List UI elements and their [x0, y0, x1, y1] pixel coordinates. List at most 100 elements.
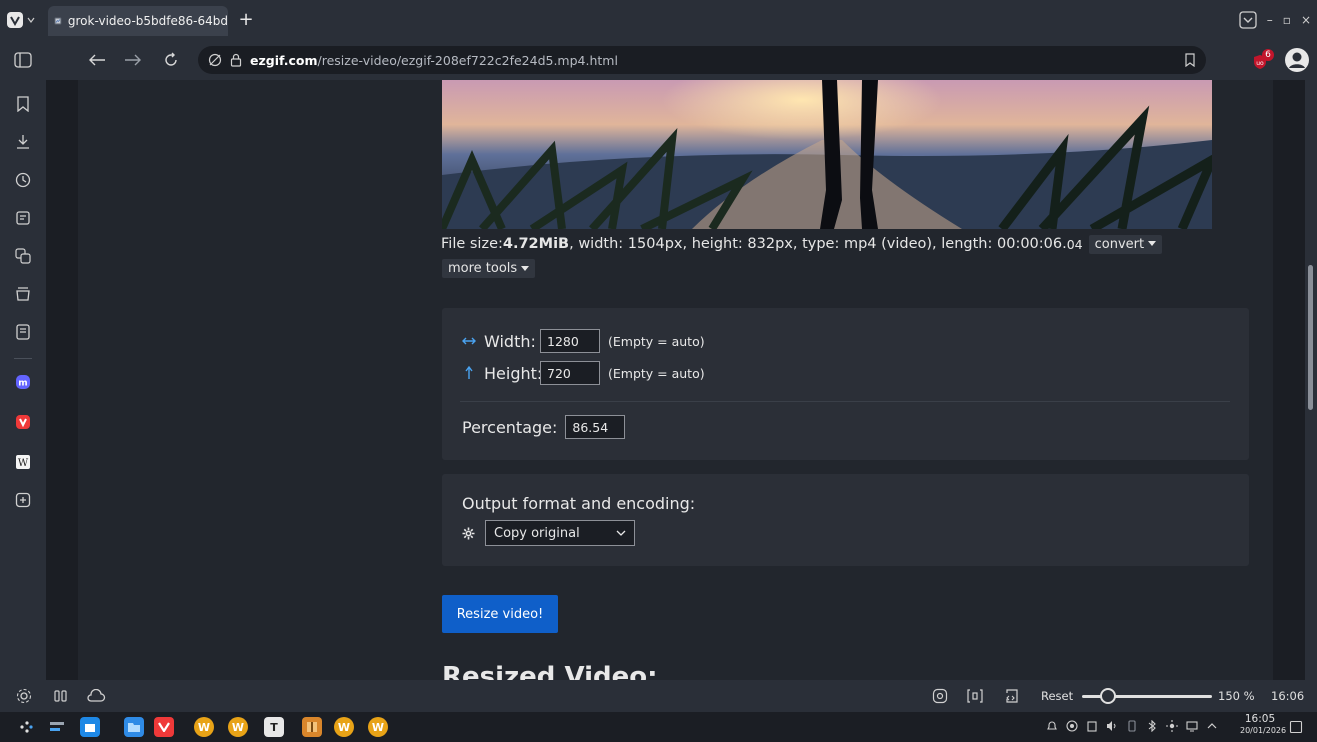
sidebar-item-vivaldi[interactable] — [13, 412, 33, 432]
new-tab-button[interactable]: + — [236, 10, 256, 30]
task-manager-icon[interactable] — [49, 719, 65, 735]
minimize-icon[interactable]: – — [1267, 13, 1273, 27]
tab-title: grok-video-b5bdfe86-64bd — [67, 14, 228, 28]
sidebar-item-notes[interactable] — [13, 208, 33, 228]
sidebar-item-wikipedia[interactable]: W — [13, 452, 33, 472]
beach-scene-image — [442, 80, 1212, 229]
lock-icon[interactable] — [230, 53, 242, 67]
more-tools-dropdown[interactable]: more tools — [442, 259, 536, 278]
tile-panels-icon[interactable] — [54, 689, 68, 703]
vivaldi-icon — [158, 722, 170, 732]
profile-avatar-icon[interactable] — [1284, 47, 1310, 73]
maximize-icon[interactable]: ▫ — [1283, 13, 1291, 27]
w-letter-icon: W — [197, 720, 211, 734]
notification-bell-icon[interactable] — [1046, 720, 1058, 732]
ublock-extension-button[interactable]: uo 6 — [1252, 49, 1276, 71]
settings-gear-icon[interactable] — [16, 688, 32, 704]
zoom-level: 150 % — [1218, 689, 1255, 703]
brightness-icon[interactable] — [1166, 720, 1178, 732]
taskbar-app-store[interactable] — [80, 717, 100, 737]
store-bag-icon — [85, 724, 95, 732]
arrow-up-icon — [465, 366, 473, 379]
show-desktop-icon[interactable] — [1289, 720, 1303, 734]
caret-down-icon — [1148, 241, 1157, 246]
sidebar-item-history[interactable] — [13, 170, 33, 190]
add-panel-icon — [15, 492, 31, 508]
file-size-value: 4.72MiB — [502, 236, 570, 252]
battery-icon[interactable] — [1126, 720, 1138, 732]
app-launcher-icon[interactable] — [18, 719, 34, 735]
chevron-down-icon — [27, 17, 35, 23]
url-field[interactable]: ezgif.com/resize-video/ezgif-208ef722c2f… — [198, 46, 1206, 74]
tracker-blocker-icon[interactable] — [208, 53, 222, 67]
wikipedia-icon: W — [16, 455, 30, 469]
height-hint: (Empty = auto) — [608, 365, 705, 381]
taskbar-text-editor[interactable]: T — [264, 717, 284, 737]
os-taskbar: W W T W W 16:05 20/01/2026 — [0, 712, 1317, 742]
bluetooth-icon[interactable] — [1146, 720, 1158, 732]
svg-text:uo: uo — [1256, 60, 1264, 67]
dimensions-panel: Width: 1280 (Empty = auto) Height: 720 (… — [442, 308, 1249, 460]
sidebar-item-downloads[interactable] — [13, 132, 33, 152]
tab-bar: grok-video-b5bdfe86-64bd + – ▫ × — [0, 0, 1317, 40]
sidebar-add-panel[interactable] — [13, 490, 33, 510]
taskbar-writer-4[interactable]: W — [368, 717, 388, 737]
reading-list-icon — [16, 287, 30, 301]
taskbar-writer-2[interactable]: W — [228, 717, 248, 737]
output-format-select[interactable]: Copy original — [485, 520, 635, 546]
sidebar-item-reading-list[interactable] — [13, 284, 33, 304]
back-icon[interactable] — [88, 53, 106, 67]
capture-icon[interactable] — [932, 688, 948, 704]
panel-toggle-icon[interactable] — [14, 52, 32, 68]
reload-icon[interactable] — [163, 52, 179, 68]
window-controls: – ▫ × — [1239, 8, 1311, 32]
output-format-label: Output format and encoding: — [462, 494, 696, 513]
zoom-reset-button[interactable]: Reset — [1041, 689, 1073, 703]
convert-dropdown[interactable]: convert — [1088, 234, 1163, 254]
taskbar-archive[interactable] — [302, 717, 322, 737]
taskbar-writer-1[interactable]: W — [194, 717, 214, 737]
scrollbar-thumb[interactable] — [1308, 265, 1313, 410]
sidebar-item-bookmarks[interactable] — [13, 94, 33, 114]
forward-icon[interactable] — [124, 53, 142, 67]
sync-cloud-icon[interactable] — [86, 689, 106, 703]
width-row: Width: 1280 (Empty = auto) — [462, 329, 705, 353]
output-format-row: Copy original — [462, 520, 635, 546]
page-scrollbar[interactable] — [1305, 80, 1317, 680]
tiling-icon[interactable] — [966, 688, 984, 704]
taskbar-writer-3[interactable]: W — [334, 717, 354, 737]
height-input[interactable]: 720 — [540, 361, 600, 385]
width-input[interactable]: 1280 — [540, 329, 600, 353]
taskbar-time: 16:05 — [1244, 713, 1276, 725]
taskbar-vivaldi[interactable] — [154, 717, 174, 737]
sidebar-divider — [14, 358, 32, 359]
tab-active[interactable]: grok-video-b5bdfe86-64bd — [48, 6, 228, 36]
bookmark-icon[interactable] — [1184, 53, 1196, 67]
bookmark-icon — [17, 96, 29, 112]
web-page: File size: 4.72MiB , width: 1504px, heig… — [46, 80, 1305, 680]
volume-icon[interactable] — [1106, 720, 1118, 732]
sidebar-item-mastodon[interactable]: m — [13, 372, 33, 392]
clipboard-icon[interactable] — [1086, 720, 1098, 732]
display-icon[interactable] — [1186, 720, 1198, 732]
close-icon[interactable]: × — [1301, 13, 1311, 27]
sidebar-item-window[interactable] — [13, 322, 33, 342]
tab-list-icon[interactable] — [1239, 11, 1257, 29]
file-info: File size: 4.72MiB , width: 1504px, heig… — [441, 233, 1163, 255]
taskbar-clock[interactable]: 16:05 20/01/2026 — [1240, 713, 1286, 737]
taskbar-file-manager[interactable] — [124, 717, 144, 737]
vivaldi-menu-button[interactable] — [6, 8, 40, 32]
sidebar-item-translate[interactable] — [13, 246, 33, 266]
video-preview[interactable] — [442, 80, 1212, 229]
file-info-prefix: File size: — [441, 236, 503, 252]
url-host: ezgif.com — [250, 52, 318, 68]
vpn-icon[interactable] — [1066, 720, 1078, 732]
zoom-slider-handle[interactable] — [1100, 688, 1116, 704]
resized-video-heading: Resized Video: — [442, 662, 658, 680]
page-actions-icon[interactable] — [1004, 687, 1020, 705]
percentage-input[interactable]: 86.54 — [565, 415, 626, 439]
resize-video-button[interactable]: Resize video! — [442, 595, 558, 633]
width-hint: (Empty = auto) — [608, 333, 705, 349]
ublock-badge: 6 — [1262, 49, 1274, 61]
chevron-up-icon[interactable] — [1206, 720, 1218, 732]
